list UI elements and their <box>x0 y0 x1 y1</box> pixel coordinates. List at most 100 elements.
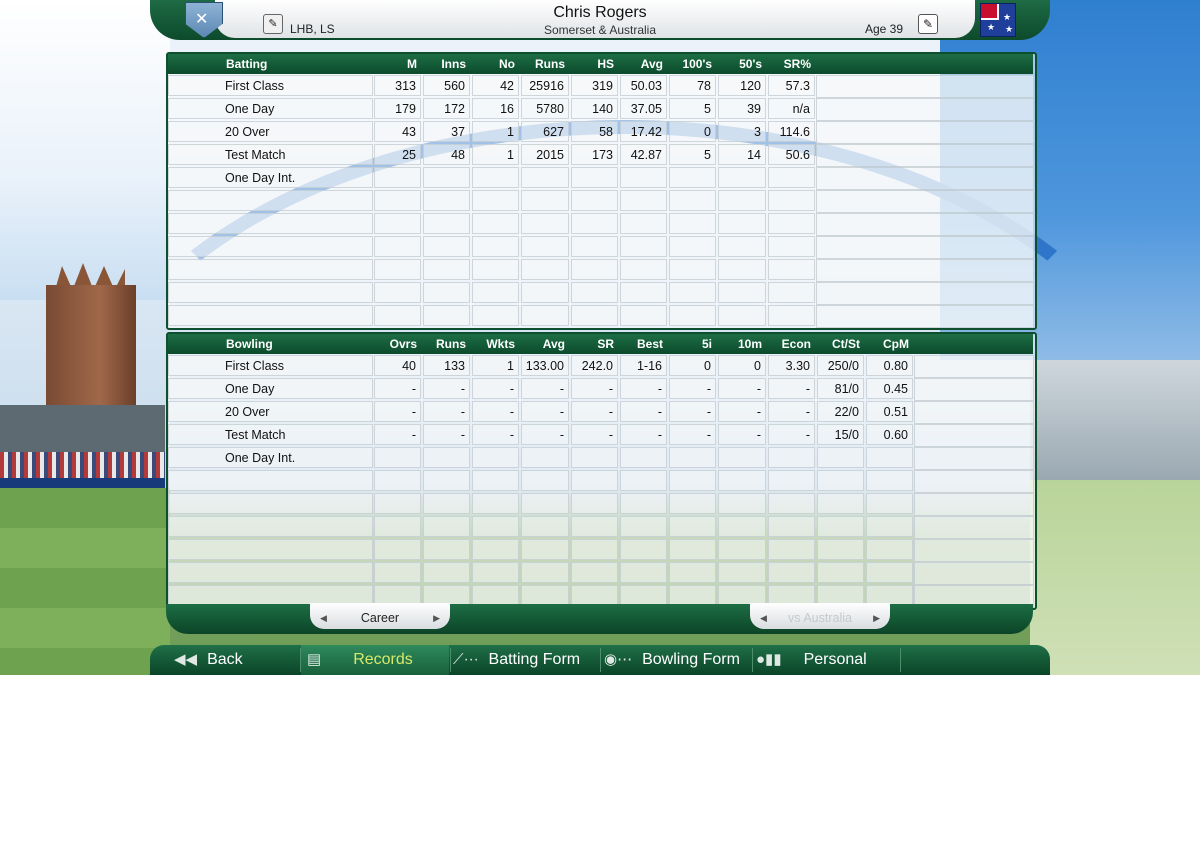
batting-cell: 43 <box>374 121 421 142</box>
batting-table-row: One Day 179 172 16 5780 140 37.05 5 39 n/a <box>168 98 1034 121</box>
bowling-table-row <box>168 539 1034 562</box>
batting-cell: 17.42 <box>620 121 667 142</box>
batting-col-header: Inns <box>441 57 466 71</box>
bowling-cell: - <box>374 424 421 445</box>
batting-col-header: SR% <box>783 57 811 71</box>
batting-cell: 42 <box>472 75 519 96</box>
batting-cell <box>521 259 569 280</box>
bowling-cell <box>472 447 519 468</box>
bowling-cell <box>768 470 815 491</box>
bowling-cell <box>374 539 421 560</box>
batting-cell: 25916 <box>521 75 569 96</box>
bowling-cell: - <box>718 378 766 399</box>
bowling-col-header: Wkts <box>486 337 515 351</box>
batting-col-header: 100's <box>682 57 712 71</box>
grass-right <box>1030 480 1200 675</box>
batting-table-row <box>168 190 1034 213</box>
bowling-cell: - <box>521 401 569 422</box>
batting-cell <box>718 236 766 257</box>
bowling-cell <box>669 470 716 491</box>
batting-cell <box>521 190 569 211</box>
batting-cell <box>718 190 766 211</box>
bowling-row-label <box>168 493 373 514</box>
tab-career[interactable]: ◀ Career ▶ <box>310 603 450 629</box>
bowling-cell <box>866 447 913 468</box>
bowling-table-row: Test Match - - - - - - - - -15/0 0.60 <box>168 424 1034 447</box>
batting-table-row <box>168 213 1034 236</box>
tab-vs-australia[interactable]: ◀ vs Australia ▶ <box>750 603 890 629</box>
batting-filler-cell <box>816 259 1034 282</box>
bowling-cell <box>718 539 766 560</box>
bowling-col-header: Econ <box>781 337 811 351</box>
batting-cell: 120 <box>718 75 766 96</box>
bowling-cell <box>521 470 569 491</box>
personal-button[interactable]: ●▮▮ Personal <box>756 645 900 675</box>
bowling-cell: 15/0 <box>817 424 864 445</box>
bowling-cell: 0 <box>718 355 766 376</box>
bowling-cell <box>472 562 519 583</box>
bowling-cell <box>866 562 913 583</box>
batting-filler-cell <box>816 98 1034 121</box>
batting-cell <box>521 305 569 326</box>
bowling-cell <box>817 516 864 537</box>
batting-cell <box>472 236 519 257</box>
bowling-col-header: Bowling <box>226 337 273 351</box>
batting-cell <box>718 167 766 188</box>
player-team: Somerset & Australia <box>543 23 657 37</box>
batting-cell <box>768 190 815 211</box>
bowling-cell: - <box>620 401 667 422</box>
batting-filler-cell <box>816 236 1034 259</box>
grass-left <box>0 488 170 675</box>
bowling-cell <box>620 493 667 514</box>
bowling-cell: - <box>718 424 766 445</box>
bowling-cell <box>521 539 569 560</box>
bowling-cell: - <box>472 424 519 445</box>
church-building <box>0 405 165 455</box>
batting-filler-cell <box>816 190 1034 213</box>
back-button[interactable]: ◀◀ Back <box>170 645 298 675</box>
nav-divider <box>752 648 753 672</box>
batting-cell: 627 <box>521 121 569 142</box>
batting-table-row: One Day Int. <box>168 167 1034 190</box>
batting-cell <box>374 190 421 211</box>
bowling-cell <box>768 539 815 560</box>
batting-cell: 42.87 <box>620 144 667 165</box>
bowling-cell <box>866 516 913 537</box>
bowling-cell <box>571 516 618 537</box>
bowling-cell <box>620 470 667 491</box>
batting-cell <box>423 282 470 303</box>
bowling-table-row <box>168 470 1034 493</box>
batting-form-button[interactable]: ⟋⋯ Batting Form <box>453 645 598 675</box>
bowling-cell <box>620 562 667 583</box>
bowling-filler-cell <box>914 562 1034 585</box>
records-button[interactable]: ▤ Records <box>301 645 449 675</box>
bowling-cell <box>571 539 618 560</box>
bowling-cell <box>718 493 766 514</box>
batting-hand-icon: ✎ <box>263 14 283 34</box>
bowling-form-button[interactable]: ◉⋯ Bowling Form <box>604 645 752 675</box>
batting-cell <box>472 305 519 326</box>
table-footer-bar <box>166 604 1033 634</box>
bowling-cell <box>423 539 470 560</box>
stadium-stand <box>1030 360 1200 480</box>
bowling-cell <box>669 585 716 606</box>
batting-cell <box>669 213 716 234</box>
batting-table-row <box>168 236 1034 259</box>
batting-row-label: 20 Over <box>168 121 373 142</box>
batting-cell <box>718 305 766 326</box>
batting-col-header: Avg <box>640 57 663 71</box>
batting-form-label: Batting Form <box>488 651 581 668</box>
batting-cell <box>620 305 667 326</box>
edit-pencil-icon[interactable]: ✎ <box>918 14 938 34</box>
bowling-cell <box>620 516 667 537</box>
double-chevron-left-icon: ◀◀ <box>174 651 198 668</box>
bowling-row-label <box>168 516 373 537</box>
nav-divider <box>900 648 901 672</box>
batting-cell <box>718 213 766 234</box>
records-label: Records <box>353 651 413 668</box>
bowling-cell <box>571 470 618 491</box>
bowling-cell: - <box>768 424 815 445</box>
batting-cell: 50.03 <box>620 75 667 96</box>
batting-cell <box>571 259 618 280</box>
batting-cell <box>374 236 421 257</box>
